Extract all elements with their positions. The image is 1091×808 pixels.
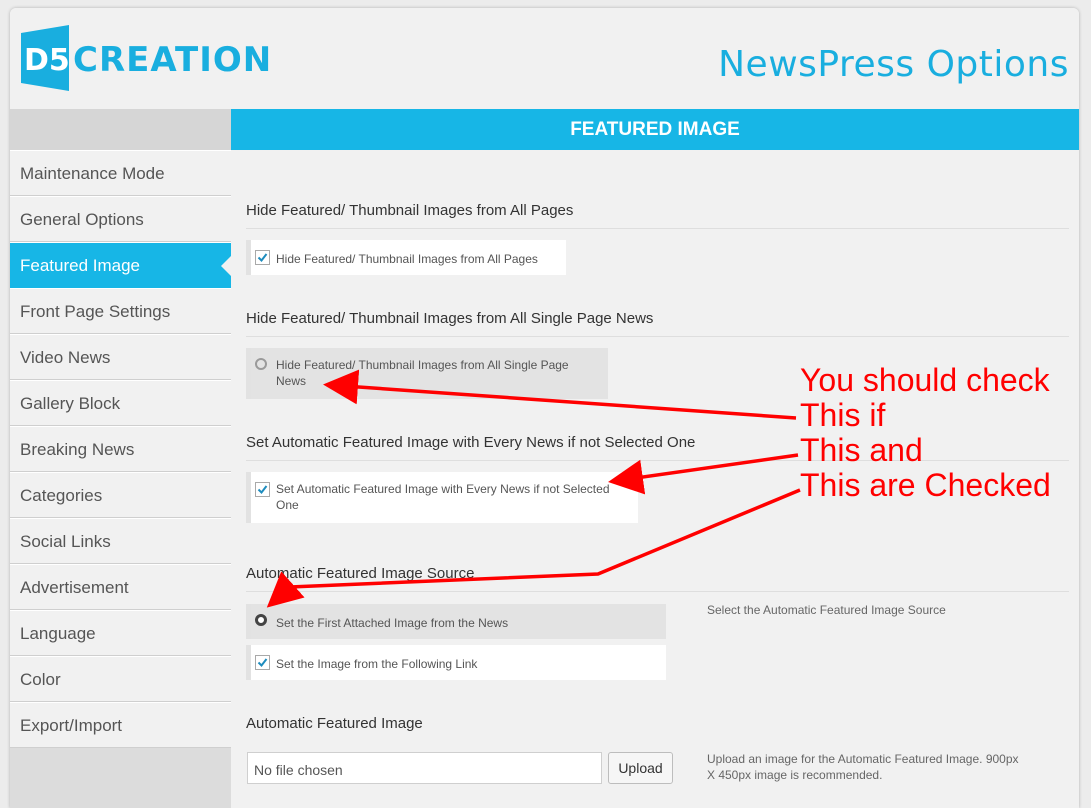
option-heading-auto-image: Automatic Featured Image [246, 715, 423, 732]
auto-image-help: Upload an image for the Automatic Featur… [707, 751, 1019, 783]
sidebar-item-featured-image[interactable]: Featured Image [10, 242, 231, 288]
option-heading-hide-single-news: Hide Featured/ Thumbnail Images from All… [246, 310, 1069, 337]
option-label-line1: Hide Featured/ Thumbnail Images from All… [276, 358, 569, 372]
checkmark-icon [257, 485, 268, 495]
checkbox-hide-all-pages[interactable] [255, 250, 270, 265]
annotation-text: You should check This if This and This a… [800, 363, 1051, 503]
annotation-line-3: This and [800, 432, 923, 468]
option-heading-auto-source: Automatic Featured Image Source [246, 565, 1069, 592]
page-title: NewsPress Options [718, 44, 1069, 85]
option-label: Set Automatic Featured Image with Every … [276, 481, 610, 513]
svg-text:D5: D5 [24, 43, 70, 78]
annotation-line-2: This if [800, 397, 886, 433]
radio-first-attached-image[interactable] [255, 614, 267, 626]
d5creation-logo: D5 CREATION [21, 25, 271, 91]
checkmark-icon [257, 658, 268, 668]
sidebar-item-export-import[interactable]: Export/Import [10, 702, 231, 748]
sidebar-item-breaking-news[interactable]: Breaking News [10, 426, 231, 472]
help-line2: X 450px image is recommended. [707, 768, 883, 782]
option-label-line1: Set Automatic Featured Image with Every … [276, 482, 610, 496]
auto-source-help: Select the Automatic Featured Image Sour… [707, 603, 946, 617]
option-auto-source-first-attached[interactable]: Set the First Attached Image from the Ne… [246, 604, 666, 639]
sidebar-item-advertisement[interactable]: Advertisement [10, 564, 231, 610]
help-line1: Upload an image for the Automatic Featur… [707, 752, 1019, 766]
annotation-line-1: You should check [800, 362, 1050, 398]
sidebar-item-color[interactable]: Color [10, 656, 231, 702]
option-label: Set the First Attached Image from the Ne… [276, 616, 509, 630]
sidebar-item-social-links[interactable]: Social Links [10, 518, 231, 564]
header: D5 CREATION NewsPress Options [10, 8, 1079, 109]
option-label-line2: One [276, 498, 299, 512]
option-hide-all-pages[interactable]: Hide Featured/ Thumbnail Images from All… [246, 240, 566, 275]
annotation-line-4: This are Checked [800, 467, 1051, 503]
sidebar-item-general-options[interactable]: General Options [10, 196, 231, 242]
sidebar-item-video-news[interactable]: Video News [10, 334, 231, 380]
checkbox-image-from-link[interactable] [255, 655, 270, 670]
option-heading-hide-all-pages: Hide Featured/ Thumbnail Images from All… [246, 202, 1069, 229]
option-hide-single-news[interactable]: Hide Featured/ Thumbnail Images from All… [246, 348, 608, 399]
checkbox-auto-featured[interactable] [255, 482, 270, 497]
sidebar: Maintenance Mode General Options Feature… [10, 109, 231, 808]
option-label: Hide Featured/ Thumbnail Images from All… [276, 357, 569, 389]
sidebar-item-language[interactable]: Language [10, 610, 231, 656]
option-auto-featured[interactable]: Set Automatic Featured Image with Every … [246, 472, 638, 523]
option-auto-source-link[interactable]: Set the Image from the Following Link [246, 645, 666, 680]
sidebar-item-categories[interactable]: Categories [10, 472, 231, 518]
svg-text:CREATION: CREATION [73, 40, 271, 80]
option-label: Set the Image from the Following Link [276, 657, 478, 671]
sidebar-top-spacer [10, 109, 231, 150]
checkmark-icon [257, 253, 268, 263]
upload-button[interactable]: Upload [608, 752, 673, 784]
section-title: FEATURED IMAGE [231, 109, 1079, 150]
option-label-line2: News [276, 374, 307, 388]
file-input[interactable]: No file chosen [247, 752, 602, 784]
sidebar-item-maintenance-mode[interactable]: Maintenance Mode [10, 150, 231, 196]
radio-hide-single-news[interactable] [255, 358, 267, 370]
sidebar-item-gallery-block[interactable]: Gallery Block [10, 380, 231, 426]
sidebar-item-front-page-settings[interactable]: Front Page Settings [10, 288, 231, 334]
option-label: Hide Featured/ Thumbnail Images from All… [276, 252, 538, 266]
